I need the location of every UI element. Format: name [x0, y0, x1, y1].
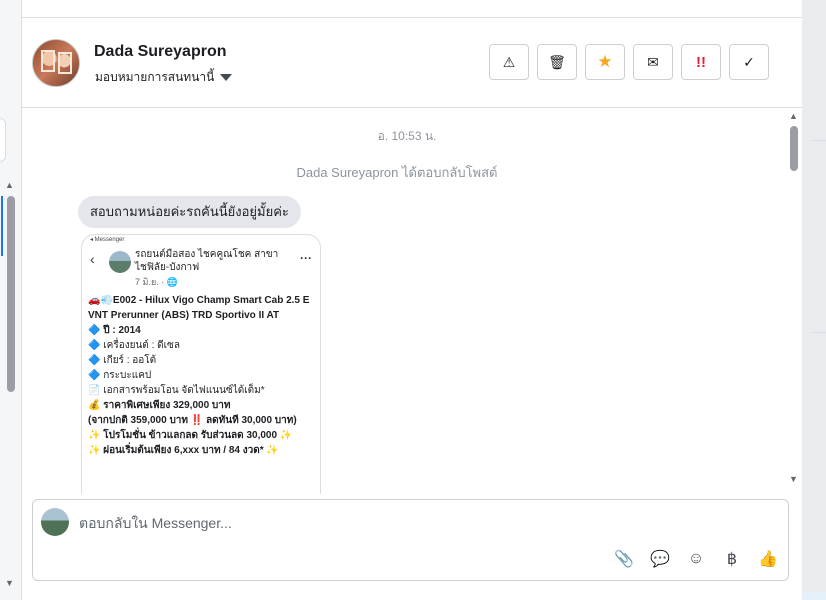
messenger-label: ◂ Messenger — [90, 237, 125, 243]
header-actions: ⚠ 🗑 ★ ✉ !! ✓ — [489, 44, 769, 80]
delete-button[interactable]: 🗑 — [537, 44, 577, 80]
post-line: 🔷 กระบะแคป — [88, 370, 152, 381]
more-options-icon: ··· — [300, 251, 312, 265]
left-scroll-down-arrow[interactable]: ▼ — [5, 578, 14, 588]
divider — [802, 592, 826, 600]
scrollbar-thumb[interactable] — [790, 126, 798, 171]
baht-icon: ฿ — [726, 551, 738, 568]
reply-input[interactable] — [79, 512, 679, 534]
left-scrollbar-thumb[interactable] — [7, 196, 15, 392]
post-line: 🔷 เกียร์ : ออโต้ — [88, 355, 157, 366]
conversation-header: Dada Sureyapron มอบหมายการสนทนานี้ ⚠ 🗑 ★… — [22, 18, 802, 108]
shared-post-card[interactable]: ◂ Messenger ‹ รถยนต์มือสอง ไชคคูณโชค สาข… — [81, 234, 321, 494]
post-line: 💰 ราคาพิเศษเพียง 329,000 บาท — [88, 400, 231, 411]
right-gutter — [802, 0, 826, 600]
scroll-down-arrow[interactable]: ▼ — [789, 474, 798, 484]
quick-reply-button[interactable]: 💬 — [649, 548, 671, 570]
attach-button[interactable]: 📎 — [613, 548, 635, 570]
post-line: 🔷 ปี : 2014 — [88, 325, 141, 336]
envelope-icon: ✉ — [647, 53, 659, 70]
urgent-icon: !! — [696, 53, 706, 71]
scroll-up-arrow[interactable]: ▲ — [789, 111, 798, 121]
mark-unread-button[interactable]: ✉ — [633, 44, 673, 80]
page-avatar — [109, 251, 131, 273]
message-thread[interactable]: อ. 10:53 น. Dada Sureyapron ได้ตอบกลับโพ… — [22, 109, 802, 494]
page-avatar — [41, 508, 69, 536]
follow-up-button[interactable]: ★ — [585, 44, 625, 80]
conversation-list-edge: ▲ ▼ — [0, 0, 22, 600]
top-bar — [0, 0, 802, 18]
post-line: ✨ โปรโมชั่น ข้าวแลกลด รับส่วนลด 30,000 ✨ — [88, 430, 293, 441]
assign-label: มอบหมายการสนทนานี้ — [95, 70, 215, 84]
post-date: 7 มิ.ย. · 🌐 — [135, 277, 178, 287]
emoji-icon: ☺ — [687, 550, 705, 567]
avatar[interactable] — [32, 39, 80, 87]
list-tab-stub[interactable] — [0, 118, 6, 162]
assign-dropdown[interactable]: มอบหมายการสนทนานี้ — [95, 68, 233, 87]
like-button[interactable]: 👍 — [757, 548, 779, 570]
thumbs-up-icon: 👍 — [758, 551, 778, 568]
divider — [812, 332, 826, 333]
thread-scrollbar[interactable]: ▲ ▼ — [788, 109, 800, 494]
avatar-photo — [58, 52, 72, 74]
incoming-message-bubble: สอบถามหน่อยค่ะรถคันนี้ยังอยู่มั้ยค่ะ — [78, 196, 301, 228]
paperclip-icon: 📎 — [614, 551, 634, 568]
divider — [812, 140, 826, 141]
reply-composer: 📎 💬 ☺ ฿ 👍 — [32, 499, 789, 581]
message-timestamp: อ. 10:53 น. — [377, 129, 437, 143]
payment-button[interactable]: ฿ — [721, 548, 743, 570]
caret-down-icon — [220, 74, 233, 81]
left-scroll-up-arrow[interactable]: ▲ — [5, 180, 14, 190]
post-line: (จากปกติ 359,000 บาท ‼️ ลดทันที 30,000 บ… — [88, 415, 297, 426]
avatar-photo — [41, 50, 55, 72]
composer-tools: 📎 💬 ☺ ฿ 👍 — [613, 548, 779, 570]
post-page-name: รถยนต์มือสอง ไชคคูณโชค สาขาไชฟิลัย-บังกา… — [135, 249, 279, 273]
post-line: 🔷 เครื่องยนต์ : ดีเซล — [88, 340, 180, 351]
conversation-panel: Dada Sureyapron มอบหมายการสนทนานี้ ⚠ 🗑 ★… — [22, 18, 802, 600]
trash-icon: 🗑 — [548, 53, 566, 70]
chevron-left-icon: ‹ — [90, 251, 95, 267]
mark-spam-button[interactable]: ⚠ — [489, 44, 529, 80]
contact-name[interactable]: Dada Sureyapron — [94, 43, 226, 61]
warning-icon: ⚠ — [502, 53, 516, 70]
inbox-window: ▲ ▼ Dada Sureyapron มอบหมายการสนทนานี้ ⚠… — [0, 0, 826, 600]
post-line: ✨ ผ่อนเริ่มต้นเพียง 6,xxx บาท / 84 งวด* … — [88, 445, 279, 456]
quick-reply-icon: 💬 — [650, 551, 670, 568]
replied-notice: Dada Sureyapron ได้ตอบกลับโพสต์ — [296, 165, 498, 180]
post-line: 🚗💨E002 - Hilux Vigo Champ Smart Cab 2.5 … — [88, 295, 310, 321]
emoji-button[interactable]: ☺ — [685, 548, 707, 570]
priority-button[interactable]: !! — [681, 44, 721, 80]
star-icon: ★ — [597, 52, 613, 71]
mark-done-button[interactable]: ✓ — [729, 44, 769, 80]
check-icon: ✓ — [743, 53, 755, 70]
post-line: 📄 เอกสารพร้อมโอน จัดไฟแนนซ์ได้เต็ม* — [88, 385, 265, 396]
post-body: 🚗💨E002 - Hilux Vigo Champ Smart Cab 2.5 … — [88, 293, 310, 458]
selected-indicator — [1, 196, 3, 256]
